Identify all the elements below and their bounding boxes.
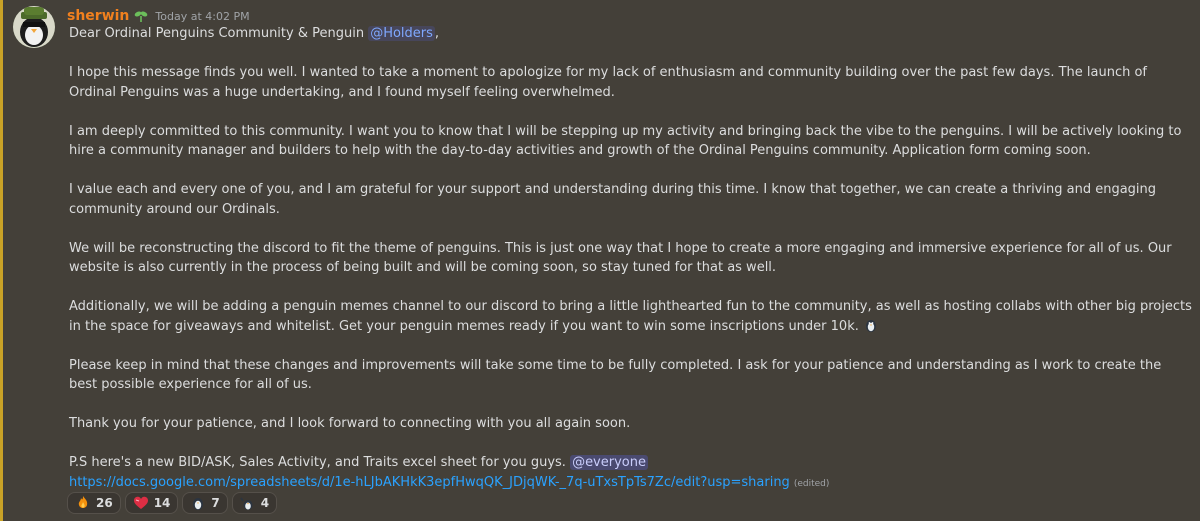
greeting-suffix: , [434, 26, 440, 41]
message: sherwin Today at 4:02 PM Dear Ordinal Pe… [0, 0, 1200, 521]
paragraph: I am deeply committed to this community.… [69, 123, 1182, 159]
avatar-penguin-icon [13, 6, 55, 48]
holders-mention[interactable]: @Holders [368, 26, 435, 41]
reaction-penguin[interactable]: 7 [182, 492, 228, 514]
paragraph: Thank you for your patience, and I look … [69, 416, 631, 431]
paragraph: I hope this message finds you well. I wa… [69, 65, 1148, 100]
message-content: Dear Ordinal Penguins Community & Pengui… [69, 24, 1193, 494]
fire-icon [78, 496, 88, 508]
reaction-heart[interactable]: 14 [124, 492, 179, 514]
paragraph: I value each and every one of you, and I… [69, 182, 1157, 217]
paragraph: Additionally, we will be adding a pengui… [69, 297, 1193, 336]
paragraph: We will be reconstructing the discord to… [69, 240, 1172, 276]
reaction-penguin-wave[interactable]: 4 [231, 492, 278, 514]
username[interactable]: sherwin [67, 8, 129, 24]
reaction-count: 7 [211, 496, 220, 510]
link-line: https://docs.google.com/spreadsheets/d/1… [69, 473, 1193, 495]
edited-label: (edited) [793, 478, 830, 489]
paragraph: Please keep in mind that these changes a… [69, 357, 1162, 393]
penguin-icon [193, 498, 204, 510]
reactions-bar: 26 14 7 4 [67, 492, 278, 514]
greeting-text: Dear Ordinal Penguins Community & Pengui… [69, 26, 369, 41]
heart-icon [133, 496, 148, 509]
avatar[interactable] [13, 6, 55, 48]
paragraph-text: Additionally, we will be adding a pengui… [69, 299, 1192, 334]
ps-line: P.S here's a new BID/ASK, Sales Activity… [69, 453, 1193, 473]
timestamp[interactable]: Today at 4:02 PM [155, 10, 249, 23]
greeting-line: Dear Ordinal Penguins Community & Pengui… [69, 24, 1193, 44]
reaction-fire[interactable]: 26 [67, 492, 121, 514]
reaction-count: 26 [96, 496, 113, 510]
penguin-wave-icon [240, 497, 253, 510]
sprout-role-icon [135, 11, 148, 22]
penguin-emoji-icon [865, 319, 876, 332]
ps-text: P.S here's a new BID/ASK, Sales Activity… [69, 455, 571, 470]
reaction-count: 4 [260, 496, 270, 510]
message-header: sherwin Today at 4:02 PM [67, 6, 250, 26]
spreadsheet-link[interactable]: https://docs.google.com/spreadsheets/d/1… [69, 475, 790, 490]
everyone-mention[interactable]: @everyone [570, 455, 648, 470]
reaction-count: 14 [153, 496, 171, 510]
